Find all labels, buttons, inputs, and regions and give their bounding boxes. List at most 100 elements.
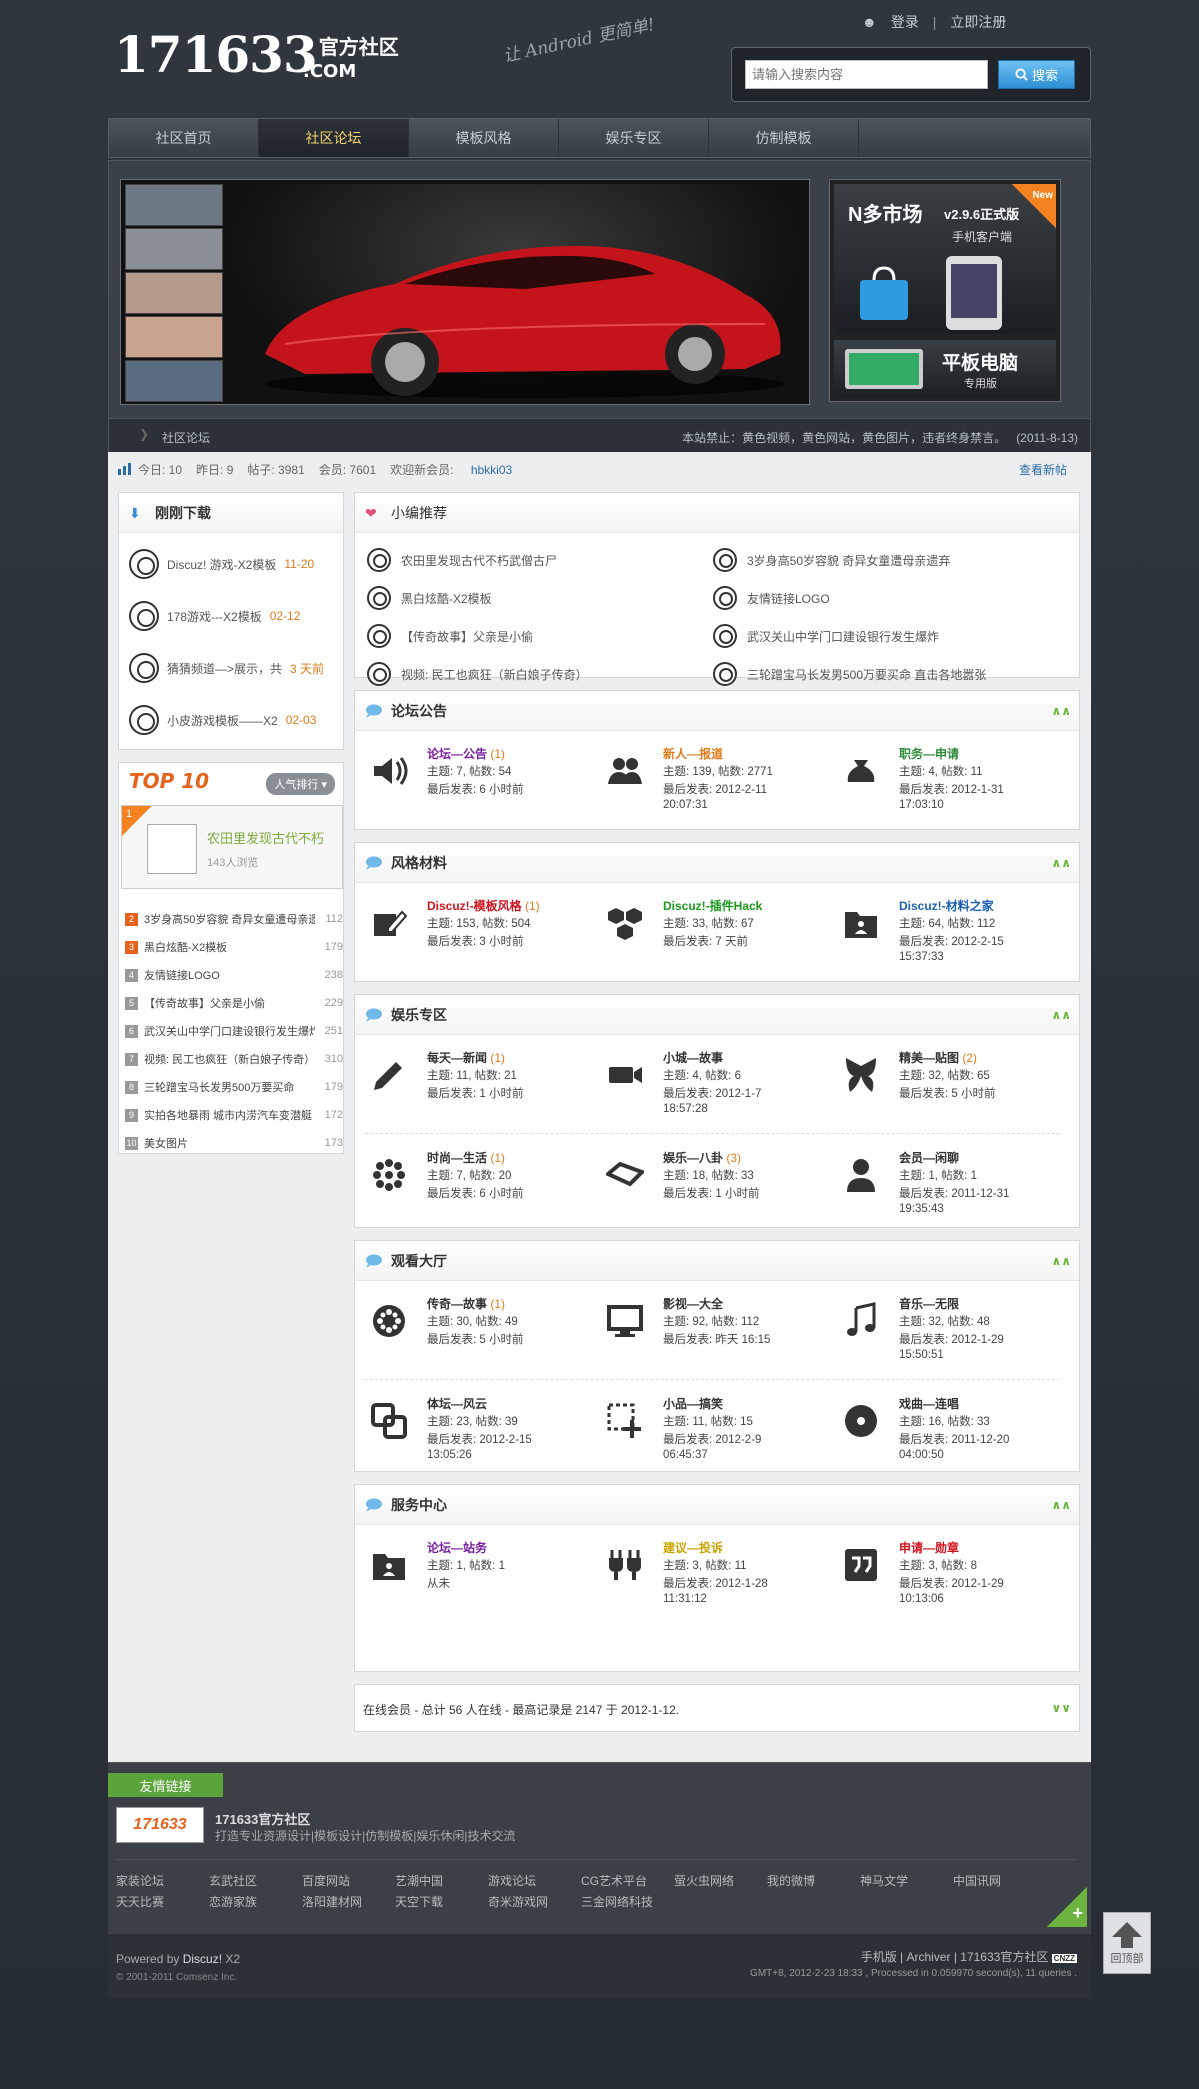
forum-item[interactable]: 体坛—风云 主题: 23, 帖数: 39 最后发表: 2012-2-15 13:… [361, 1387, 591, 1467]
download-item[interactable]: 小皮游戏模板——X2 02-03 [129, 697, 316, 743]
nav-home[interactable]: 社区首页 [109, 119, 259, 157]
friend-link[interactable]: 艺潮中国 [395, 1872, 488, 1889]
rank-dropdown[interactable]: 人气排行 ▾ [266, 773, 335, 795]
forum-item[interactable]: 申请—勋章 主题: 3, 帖数: 8 最后发表: 2012-1-29 10:13… [833, 1531, 1063, 1611]
top-list-item[interactable]: 2 3岁身高50岁容貌 奇异女童遭母亲遗弃 112 [125, 905, 343, 933]
forum-item[interactable]: 精美—贴图 (2) 主题: 32, 帖数: 65 最后发表: 5 小时前 [833, 1041, 1063, 1121]
friend-link[interactable]: 天空下载 [395, 1893, 488, 1910]
slider-thumb[interactable] [125, 316, 223, 358]
top-list-item[interactable]: 8 三轮蹭宝马长发男500万要买命 179 [125, 1073, 343, 1101]
footer-site-name[interactable]: 171633官方社区 [215, 1809, 310, 1828]
recommend-item[interactable]: 视频: 民工也疯狂（新白娘子传奇） [367, 655, 588, 693]
search-button[interactable]: 搜索 [998, 60, 1075, 89]
recommend-item[interactable]: 友情链接LOGO [713, 579, 830, 617]
slider-thumb[interactable] [125, 184, 223, 226]
login-link[interactable]: 登录 [891, 12, 919, 32]
friend-link[interactable]: 恋游家族 [209, 1893, 302, 1910]
download-item[interactable]: 178游戏---X2模板 02-12 [129, 593, 300, 639]
collapse-icon[interactable]: ∧∧ [1052, 1008, 1072, 1022]
download-item[interactable]: Discuz! 游戏-X2模板 11-20 [129, 541, 314, 587]
friend-link[interactable]: 家装论坛 [116, 1872, 209, 1889]
forum-section: 服务中心 ∧∧ 论坛—站务 主题: 1, 帖数: 1 从未 建议—投诉 主题: … [354, 1484, 1080, 1672]
slider-thumb[interactable] [125, 272, 223, 314]
forum-item[interactable]: 建议—投诉 主题: 3, 帖数: 11 最后发表: 2012-1-28 11:3… [597, 1531, 827, 1611]
friend-link[interactable]: 洛阳建材网 [302, 1893, 395, 1910]
forum-item[interactable]: 每天—新闻 (1) 主题: 11, 帖数: 21 最后发表: 1 小时前 [361, 1041, 591, 1121]
search-icon [1015, 68, 1028, 81]
recommend-item[interactable]: 三轮蹭宝马长发男500万要买命 直击各地嚣张 [713, 655, 986, 693]
recommend-item[interactable]: 【传奇故事】父亲是小偷 [367, 617, 533, 655]
site-logo[interactable]: 171633 官方社区 .COM [114, 30, 399, 81]
recommend-item[interactable]: 武汉关山中学门口建设银行发生爆炸 [713, 617, 939, 655]
forum-item[interactable]: 论坛—公告 (1) 主题: 7, 帖数: 54 最后发表: 6 小时前 [361, 737, 591, 817]
friend-link[interactable]: 游戏论坛 [488, 1872, 581, 1889]
forum-item[interactable]: 会员—闲聊 主题: 1, 帖数: 1 最后发表: 2011-12-31 19:3… [833, 1141, 1063, 1221]
forum-item[interactable]: 小品—搞笑 主题: 11, 帖数: 15 最后发表: 2012-2-9 06:4… [597, 1387, 827, 1467]
top-list-item[interactable]: 9 实拍各地暴雨 城市内涝汽车变潜艇 172 [125, 1101, 343, 1129]
footer-right-links[interactable]: 手机版 | Archiver | 171633官方社区 CNZZ [861, 1948, 1077, 1965]
friend-link[interactable]: 三金网络科技 [581, 1893, 674, 1910]
forum-item[interactable]: 小城—故事 主题: 4, 帖数: 6 最后发表: 2012-1-7 18:57:… [597, 1041, 827, 1121]
forum-item[interactable]: 戏曲—连唱 主题: 16, 帖数: 33 最后发表: 2011-12-20 04… [833, 1387, 1063, 1467]
top-list-item[interactable]: 10 美女图片 173 [125, 1129, 343, 1157]
collapse-icon[interactable]: ∧∧ [1052, 1254, 1072, 1268]
forum-item[interactable]: 影视—大全 主题: 92, 帖数: 112 最后发表: 昨天 16:15 [597, 1287, 827, 1367]
collapse-icon[interactable]: ∧∧ [1052, 1498, 1072, 1512]
add-link-icon[interactable]: + [1047, 1887, 1087, 1927]
nav-imitation[interactable]: 仿制模板 [709, 119, 859, 157]
forum-item[interactable]: Discuz!-材料之家 主题: 64, 帖数: 112 最后发表: 2012-… [833, 889, 1063, 969]
register-link[interactable]: 立即注册 [950, 12, 1006, 32]
new-member-link[interactable]: hbkki03 [471, 463, 512, 477]
nav-entertainment[interactable]: 娱乐专区 [559, 119, 709, 157]
nav-templates[interactable]: 模板风格 [409, 119, 559, 157]
image-slider[interactable] [120, 179, 810, 405]
forum-item[interactable]: Discuz!-模板风格 (1) 主题: 153, 帖数: 504 最后发表: … [361, 889, 591, 969]
top-list-item[interactable]: 3 黑白炫酷-X2模板 179 [125, 933, 343, 961]
footer-logo[interactable]: 171633 [116, 1807, 204, 1843]
friend-link[interactable]: 神马文学 [860, 1872, 953, 1889]
download-item[interactable]: 猜猜频道—>展示，共 3 天前 [129, 645, 324, 691]
collapse-icon[interactable]: ∧∧ [1052, 704, 1072, 718]
friend-link[interactable]: 百度网站 [302, 1872, 395, 1889]
main-nav: 社区首页 社区论坛 模板风格 娱乐专区 仿制模板 [108, 118, 1091, 158]
friend-link[interactable]: CG艺术平台 [581, 1872, 674, 1889]
forum-item[interactable]: 娱乐—八卦 (3) 主题: 18, 帖数: 33 最后发表: 1 小时前 [597, 1141, 827, 1221]
top-list-item[interactable]: 7 视频: 民工也疯狂（新白娘子传奇） 310 [125, 1045, 343, 1073]
chat-bubble-icon [366, 1254, 382, 1268]
recommend-item[interactable]: 农田里发现古代不朽武僧古尸 [367, 541, 557, 579]
forum-item[interactable]: 新人—报道 主题: 139, 帖数: 2771 最后发表: 2012-2-11 … [597, 737, 827, 817]
friend-link[interactable]: 天天比赛 [116, 1893, 209, 1910]
ad-market[interactable]: N多市场 v2.9.6正式版 手机客户端 New 平板电脑 专用版 [829, 179, 1061, 402]
friend-link[interactable]: 萤火虫网络 [674, 1872, 767, 1889]
forum-item[interactable]: 论坛—站务 主题: 1, 帖数: 1 从未 [361, 1531, 591, 1611]
ad-tablet[interactable]: 平板电脑 专用版 [834, 340, 1056, 398]
friend-link[interactable]: 玄武社区 [209, 1872, 302, 1889]
friend-link[interactable]: 奇米游戏网 [488, 1893, 581, 1910]
back-to-top-button[interactable]: 回顶部 [1103, 1912, 1151, 1974]
slider-thumb[interactable] [125, 360, 223, 402]
forum-item[interactable]: 时尚—生活 (1) 主题: 7, 帖数: 20 最后发表: 6 小时前 [361, 1141, 591, 1221]
breadcrumb[interactable]: 社区论坛 [162, 429, 210, 446]
avatar [129, 549, 159, 579]
nav-forum[interactable]: 社区论坛 [259, 119, 409, 157]
top-list-item[interactable]: 4 友情链接LOGO 238 [125, 961, 343, 989]
forum-item[interactable]: Discuz!-插件Hack 主题: 33, 帖数: 67 最后发表: 7 天前 [597, 889, 827, 969]
top-list-item[interactable]: 6 武汉关山中学门口建设银行发生爆炸 251 [125, 1017, 343, 1045]
slider-thumb[interactable] [125, 228, 223, 270]
expand-icon[interactable]: ∨∨ [1052, 1701, 1072, 1715]
friend-link[interactable]: 中国讯网 [953, 1872, 1046, 1889]
search-input[interactable] [745, 60, 988, 89]
friend-link[interactable]: 我的微博 [767, 1872, 860, 1889]
forum-item[interactable]: 音乐—无限 主题: 32, 帖数: 48 最后发表: 2012-1-29 15:… [833, 1287, 1063, 1367]
tablet-icon [845, 349, 923, 389]
forum-item[interactable]: 传奇—故事 (1) 主题: 30, 帖数: 49 最后发表: 5 小时前 [361, 1287, 591, 1367]
add-box-icon [607, 1403, 641, 1438]
recommend-item[interactable]: 黑白炫酷-X2模板 [367, 579, 492, 617]
forum-item[interactable]: 职务—申请 主题: 4, 帖数: 11 最后发表: 2012-1-31 17:0… [833, 737, 1063, 817]
top-list-item[interactable]: 5 【传奇故事】父亲是小偷 229 [125, 989, 343, 1017]
new-posts-link[interactable]: 查看新帖 [1019, 461, 1067, 478]
collapse-icon[interactable]: ∧∧ [1052, 856, 1072, 870]
slider-main-image[interactable] [225, 184, 805, 402]
recommend-item[interactable]: 3岁身高50岁容貌 奇异女童遭母亲遗弃 [713, 541, 950, 579]
top-item-featured[interactable]: 1 农田里发现古代不朽 143人浏览 [121, 805, 343, 889]
